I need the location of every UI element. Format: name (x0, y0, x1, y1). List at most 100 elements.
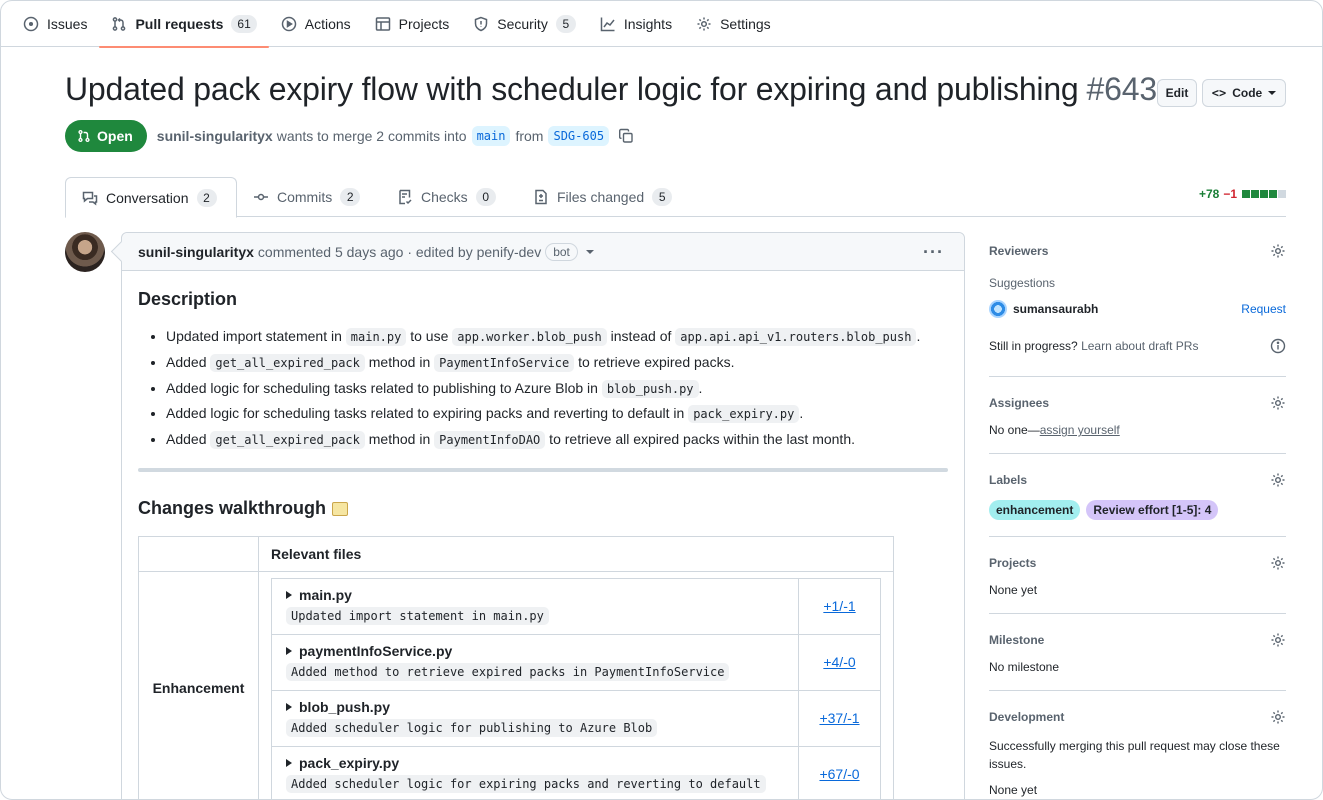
gear-icon[interactable] (1270, 243, 1286, 259)
reviewers-title-row[interactable]: Reviewers (989, 241, 1286, 261)
head-branch[interactable]: SDG-605 (548, 126, 610, 146)
file-summary[interactable]: main.py (286, 587, 786, 603)
diffstat-block (1278, 190, 1286, 198)
inline-code: get_all_expired_pack (210, 353, 365, 372)
projects-title-row[interactable]: Projects (989, 553, 1286, 573)
file-changes-link[interactable]: +67/-0 (819, 766, 859, 782)
file-changes-link[interactable]: +1/-1 (823, 598, 855, 614)
description-item: Added logic for scheduling tasks related… (166, 378, 948, 399)
assignees-section: Assignees No one—assign yourself (989, 393, 1286, 454)
tab-conversation[interactable]: Conversation 2 (65, 177, 237, 218)
nav-label: Issues (47, 15, 88, 32)
suggested-reviewer-info: sumansaurabh (989, 300, 1098, 318)
projects-title: Projects (989, 556, 1037, 570)
text-span: to retrieve expired packs. (574, 353, 735, 370)
pr-author-link[interactable]: sunil-singularityx (157, 128, 273, 144)
inline-code: app.api.api_v1.routers.blob_push (675, 328, 917, 346)
pull-request-count: 61 (231, 14, 257, 33)
file-changes-link[interactable]: +37/-1 (819, 710, 859, 726)
code-label: Code (1232, 86, 1263, 100)
code-dropdown-button[interactable]: <> Code (1202, 79, 1286, 107)
nav-label: Pull requests (135, 15, 224, 32)
projects-value: None yet (989, 583, 1038, 597)
labels-title-row[interactable]: Labels (989, 470, 1286, 490)
file-summary[interactable]: paymentInfoService.py (286, 643, 786, 659)
development-title-row[interactable]: Development (989, 707, 1286, 727)
development-section: Development Successfully merging this pu… (989, 707, 1286, 799)
kebab-horizontal-icon[interactable]: ··· (923, 242, 944, 263)
text-span: . (916, 328, 921, 344)
file-summary[interactable]: pack_expiry.py (286, 755, 786, 771)
request-review-button[interactable]: Request (1241, 302, 1286, 316)
nav-pull-requests[interactable]: Pull requests 61 (99, 1, 270, 48)
milestone-section: Milestone No milestone (989, 630, 1286, 691)
avatar[interactable] (65, 232, 105, 272)
tab-commits[interactable]: Commits 2 (237, 177, 376, 217)
assignees-none: No one— (989, 423, 1040, 437)
comment-author[interactable]: sunil-singularityx (138, 244, 254, 260)
file-name: pack_expiry.py (299, 755, 400, 772)
assignees-title-row[interactable]: Assignees (989, 393, 1286, 413)
change-cell: +4/-0 (798, 634, 881, 692)
gear-icon[interactable] (1270, 555, 1286, 571)
tab-checks[interactable]: Checks 0 (381, 177, 512, 217)
nav-actions[interactable]: Actions (269, 1, 363, 47)
code-icon: <> (1211, 86, 1227, 100)
file-cell[interactable]: pack_expiry.py Added scheduler logic for … (271, 746, 799, 799)
text-span: Updated import statement in (166, 328, 346, 344)
file-cell[interactable]: blob_push.py Added scheduler logic for pu… (271, 690, 799, 748)
label-list: enhancement Review effort [1-5]: 4 (989, 500, 1286, 520)
assign-yourself-link[interactable]: assign yourself (1040, 423, 1120, 437)
file-description-code: Updated import statement in main.py (286, 607, 549, 626)
nav-issues[interactable]: Issues (11, 1, 99, 47)
milestone-value: No milestone (989, 660, 1060, 674)
description-item: Updated import statement in main.py to u… (166, 326, 948, 347)
milestone-title-row[interactable]: Milestone (989, 630, 1286, 650)
changes-table: Relevant files Enhancement main.py Update… (138, 536, 894, 799)
text-span: Added logic for scheduling tasks related… (166, 405, 689, 422)
text-span: instead of (606, 328, 676, 344)
nav-insights[interactable]: Insights (588, 1, 684, 47)
gear-icon[interactable] (1270, 472, 1286, 488)
change-cell: +37/-1 (798, 690, 881, 748)
label-enhancement[interactable]: enhancement (989, 500, 1081, 520)
text-span: . (799, 405, 804, 422)
nav-projects[interactable]: Projects (363, 1, 462, 47)
avatar (989, 300, 1007, 318)
chevron-down-icon[interactable] (585, 249, 594, 254)
tab-files-changed[interactable]: Files changed 5 (517, 177, 688, 217)
file-description-code: Added scheduler logic for expiring packs… (286, 775, 766, 794)
info-icon[interactable] (1270, 338, 1286, 354)
file-changes-link[interactable]: +4/-0 (823, 654, 855, 670)
file-name: blob_push.py (299, 699, 390, 716)
shield-icon (475, 16, 488, 31)
tab-label: Files changed (557, 189, 645, 205)
issue-opened-icon (23, 16, 39, 31)
gear-icon[interactable] (1270, 632, 1286, 648)
section-divider (138, 468, 948, 473)
nav-security[interactable]: Security 5 (461, 1, 588, 47)
nav-settings[interactable]: Settings (684, 1, 783, 47)
copy-icon[interactable] (618, 128, 634, 144)
diffstat-deletions: −1 (1223, 187, 1237, 201)
base-branch[interactable]: main (471, 126, 511, 146)
walkthrough-heading: Changes walkthrough (138, 498, 948, 519)
label-review-effort[interactable]: Review effort [1-5]: 4 (1086, 500, 1219, 520)
security-count: 5 (555, 14, 576, 33)
file-description: Added method to retrieve expired packs i… (286, 663, 786, 682)
gear-icon[interactable] (1270, 709, 1286, 725)
file-summary[interactable]: blob_push.py (286, 699, 786, 715)
edit-title-button[interactable]: Edit (1157, 79, 1197, 107)
text-span: method in (364, 431, 435, 448)
draft-link[interactable]: Learn about draft PRs (1081, 339, 1198, 353)
file-description-code: Added scheduler logic for publishing to … (286, 719, 658, 738)
diffstat-block (1251, 190, 1259, 198)
bot-label: bot (545, 242, 578, 261)
diffstat-block (1269, 190, 1277, 198)
gear-icon[interactable] (1270, 395, 1286, 411)
file-cell[interactable]: main.py Updated import statement in main.… (271, 578, 799, 636)
from-text: from (515, 128, 544, 144)
file-cell[interactable]: paymentInfoService.py Added method to ret… (271, 634, 799, 692)
description-item: Added get_all_expired_pack method in Pay… (166, 352, 948, 373)
file-name: paymentInfoService.py (299, 643, 453, 660)
